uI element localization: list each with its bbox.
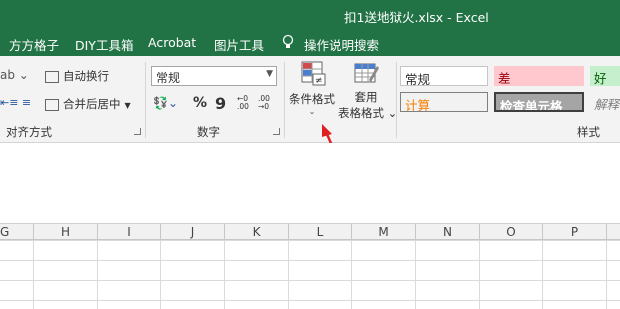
formula-area-blank (0, 143, 620, 223)
gridline (33, 240, 34, 309)
column-headers: G H I J K L M N O P (0, 223, 620, 240)
column-header-n[interactable]: N (416, 224, 480, 240)
window-title: 扣1送地狱火.xlsx - Excel (344, 10, 489, 25)
gridline (288, 240, 289, 309)
gridline (351, 240, 352, 309)
conditional-formatting-label: 条件格式 (289, 92, 335, 106)
merge-icon (45, 98, 59, 111)
style-normal[interactable]: 常规 (400, 66, 488, 86)
alignment-group-label: 对齐方式 (6, 125, 52, 139)
tab-diy-toolbox[interactable]: DIY工具箱 (75, 35, 133, 54)
number-launcher[interactable] (273, 128, 280, 135)
percent-button[interactable]: % (193, 95, 207, 111)
ribbon-tabs: 方方格子 DIY工具箱 Acrobat 图片工具 操作说明搜索 (0, 29, 620, 56)
format-as-table-icon (354, 63, 379, 83)
gridline (224, 240, 225, 309)
style-bad[interactable]: 差 (494, 66, 584, 86)
merge-center-label: 合并后居中 (63, 97, 121, 111)
gridline (160, 240, 161, 309)
separator (145, 62, 146, 138)
style-check-cell[interactable]: 检查单元格 (494, 92, 584, 112)
conditional-formatting-icon: ≠ (301, 61, 326, 86)
decrease-decimal-button[interactable]: .00 →0 (258, 95, 276, 111)
tell-me-search[interactable]: 操作说明搜索 (304, 35, 379, 54)
column-header-i[interactable]: I (98, 224, 161, 240)
svg-text:≠: ≠ (315, 76, 323, 86)
gridline (542, 240, 543, 309)
worksheet-grid[interactable] (0, 240, 620, 309)
lightbulb-icon (282, 34, 294, 53)
format-as-table-button[interactable]: 套用 表格格式 ⌄ (338, 60, 398, 122)
merge-center-button[interactable]: 合并后居中 ▼ (45, 96, 131, 112)
indent-icons[interactable]: ⇤≡ ≡ (0, 96, 31, 109)
gridline (606, 240, 607, 309)
number-group-label: 数字 (197, 125, 220, 139)
separator (284, 62, 285, 138)
column-header-p[interactable]: P (543, 224, 607, 240)
ribbon: ab ⌄ 自动换行 ⇤≡ ≡ 合并后居中 ▼ 对齐方式 常规 ▼ 💱⌄ % 9 ←… (0, 56, 620, 143)
wrap-text-button[interactable]: 自动换行 (45, 68, 109, 84)
title-bar: 扣1送地狱火.xlsx - Excel (0, 0, 620, 29)
column-header-o[interactable]: O (480, 224, 543, 240)
gridline (415, 240, 416, 309)
column-header-g[interactable]: G (0, 224, 34, 240)
column-header-m[interactable]: M (352, 224, 416, 240)
chevron-down-icon: ▼ (266, 69, 273, 79)
comma-button[interactable]: 9 (215, 94, 226, 113)
gridline (97, 240, 98, 309)
column-header-h[interactable]: H (34, 224, 98, 240)
tab-picture-tools[interactable]: 图片工具 (214, 35, 264, 54)
style-explanatory[interactable]: 解释 (590, 92, 620, 112)
tab-acrobat[interactable]: Acrobat (148, 35, 196, 50)
chevron-down-icon: ⌄ (308, 107, 316, 116)
conditional-formatting-button[interactable]: ≠ 条件格式 ⌄ (288, 60, 336, 122)
alignment-launcher[interactable] (134, 128, 141, 135)
style-good[interactable]: 好 (590, 66, 620, 86)
gridline (479, 240, 480, 309)
number-format-select[interactable]: 常规 ▼ (151, 66, 277, 86)
column-header-l[interactable]: L (289, 224, 352, 240)
column-header-k[interactable]: K (225, 224, 289, 240)
format-as-table-label-2: 表格格式 ⌄ (338, 106, 398, 120)
separator (396, 62, 397, 138)
currency-icon[interactable]: 💱⌄ (153, 96, 178, 110)
style-calculation[interactable]: 计算 (400, 92, 488, 112)
styles-group-label: 样式 (577, 125, 600, 139)
tab-fangfang[interactable]: 方方格子 (9, 35, 59, 54)
wrap-text-icon (45, 70, 59, 83)
number-format-value: 常规 (156, 71, 181, 85)
format-as-table-label-1: 套用 (354, 90, 378, 104)
wrap-text-label: 自动换行 (63, 69, 109, 83)
orientation-icon[interactable]: ab ⌄ (0, 68, 29, 82)
increase-decimal-button[interactable]: ←0 .00 (237, 95, 253, 111)
column-header-j[interactable]: J (161, 224, 225, 240)
